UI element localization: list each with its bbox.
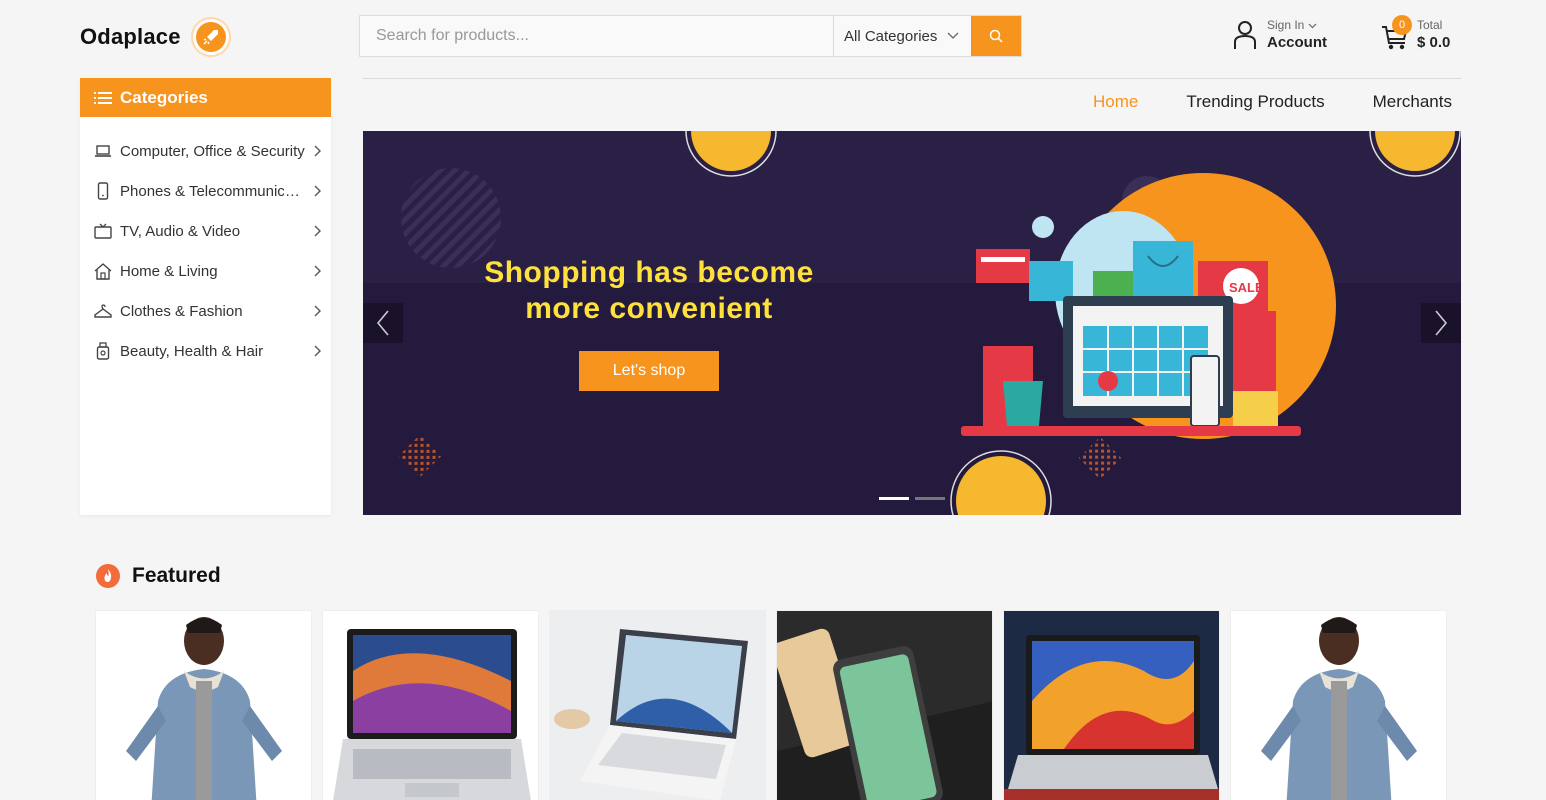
banner-title-line-1: Shopping has become — [484, 256, 814, 289]
product-card[interactable] — [1230, 610, 1447, 800]
laptop-wave-image — [323, 611, 538, 800]
sidebar-item-label: Beauty, Health & Hair — [120, 342, 264, 360]
user-icon — [1234, 20, 1256, 49]
banner-dot-1[interactable] — [879, 497, 909, 500]
tv-icon — [94, 222, 112, 240]
sidebar-item-label: Clothes & Fashion — [120, 302, 243, 320]
product-card[interactable] — [322, 610, 539, 800]
chevron-down-icon — [947, 32, 959, 39]
brand-name: Odaplace — [80, 24, 181, 49]
search-bar: All Categories — [359, 15, 1022, 57]
cart-total-label: Total — [1417, 18, 1443, 32]
hanger-icon — [94, 302, 112, 320]
category-select-value: All Categories — [844, 27, 938, 45]
lets-shop-button[interactable]: Let's shop — [579, 351, 719, 391]
cart-total: $ 0.0 — [1417, 34, 1451, 51]
laptop-colorful-image — [1004, 611, 1219, 800]
banner-prev-button[interactable] — [363, 303, 403, 343]
account-menu[interactable]: Sign In Account — [1233, 18, 1327, 51]
sale-tag: SALE — [1229, 280, 1264, 295]
phone-icon — [94, 182, 112, 200]
product-card[interactable] — [549, 610, 766, 800]
category-select[interactable]: All Categories — [833, 16, 971, 56]
sidebar-item-label: Computer, Office & Security — [120, 142, 305, 160]
sidebar-item-beauty[interactable]: Beauty, Health & Hair — [80, 331, 331, 371]
chevron-right-icon — [311, 225, 323, 237]
home-icon — [94, 262, 112, 280]
nav-home[interactable]: Home — [1093, 92, 1138, 112]
fire-icon — [96, 564, 120, 588]
denim-jacket-image — [96, 611, 311, 800]
product-card[interactable] — [95, 610, 312, 800]
chevron-right-icon — [311, 145, 323, 157]
perfume-icon — [94, 342, 112, 360]
featured-products — [95, 610, 1447, 800]
nav-trending-products[interactable]: Trending Products — [1186, 92, 1324, 112]
featured-title: Featured — [132, 564, 221, 587]
banner-dot-2[interactable] — [915, 497, 945, 500]
banner-title: Shopping has become more convenient — [453, 255, 845, 327]
sign-in-label: Sign In — [1267, 18, 1305, 32]
chevron-right-icon — [311, 305, 323, 317]
sidebar-item-home[interactable]: Home & Living — [80, 251, 331, 291]
smartphones-image — [777, 611, 992, 800]
product-card[interactable] — [776, 610, 993, 800]
chevron-down-icon — [1308, 23, 1317, 29]
categories-title: Categories — [120, 87, 208, 107]
featured-header: Featured — [96, 564, 221, 588]
banner-title-line-2: more convenient — [525, 292, 773, 325]
sidebar-item-phones[interactable]: Phones & Telecommunications — [80, 171, 331, 211]
category-sidebar: Categories Computer, Office & Security P… — [80, 78, 331, 515]
nav-divider — [363, 78, 1461, 79]
main-nav: Home Trending Products Merchants — [1093, 92, 1452, 112]
laptop-desk-image — [550, 611, 765, 800]
product-card[interactable] — [1003, 610, 1220, 800]
rocket-icon — [190, 17, 231, 57]
chevron-right-icon — [311, 185, 323, 197]
search-icon — [989, 29, 1003, 43]
chevron-right-icon — [311, 265, 323, 277]
list-icon — [94, 91, 112, 104]
laptop-icon — [94, 142, 112, 160]
nav-merchants[interactable]: Merchants — [1373, 92, 1452, 112]
sidebar-item-clothes[interactable]: Clothes & Fashion — [80, 291, 331, 331]
chevron-left-icon — [376, 310, 389, 336]
chevron-right-icon — [1435, 310, 1448, 336]
account-label: Account — [1267, 34, 1327, 51]
denim-jacket-image — [1231, 611, 1446, 800]
search-input[interactable] — [360, 16, 833, 56]
sidebar-item-label: Home & Living — [120, 262, 218, 280]
categories-header[interactable]: Categories — [80, 78, 331, 117]
hero-banner: SALE Shopping has become more convenient… — [363, 131, 1461, 515]
sidebar-item-tv[interactable]: TV, Audio & Video — [80, 211, 331, 251]
banner-pagination — [879, 497, 945, 500]
sidebar-item-label: Phones & Telecommunications — [120, 182, 305, 200]
sidebar-item-computer[interactable]: Computer, Office & Security — [80, 131, 331, 171]
cart-button[interactable]: 0 Total $ 0.0 — [1381, 14, 1451, 51]
banner-next-button[interactable] — [1421, 303, 1461, 343]
cart-count-badge: 0 — [1392, 14, 1412, 35]
search-button[interactable] — [971, 16, 1021, 56]
sidebar-item-label: TV, Audio & Video — [120, 222, 241, 240]
chevron-right-icon — [311, 345, 323, 357]
brand-logo[interactable]: Odaplace — [80, 17, 231, 57]
